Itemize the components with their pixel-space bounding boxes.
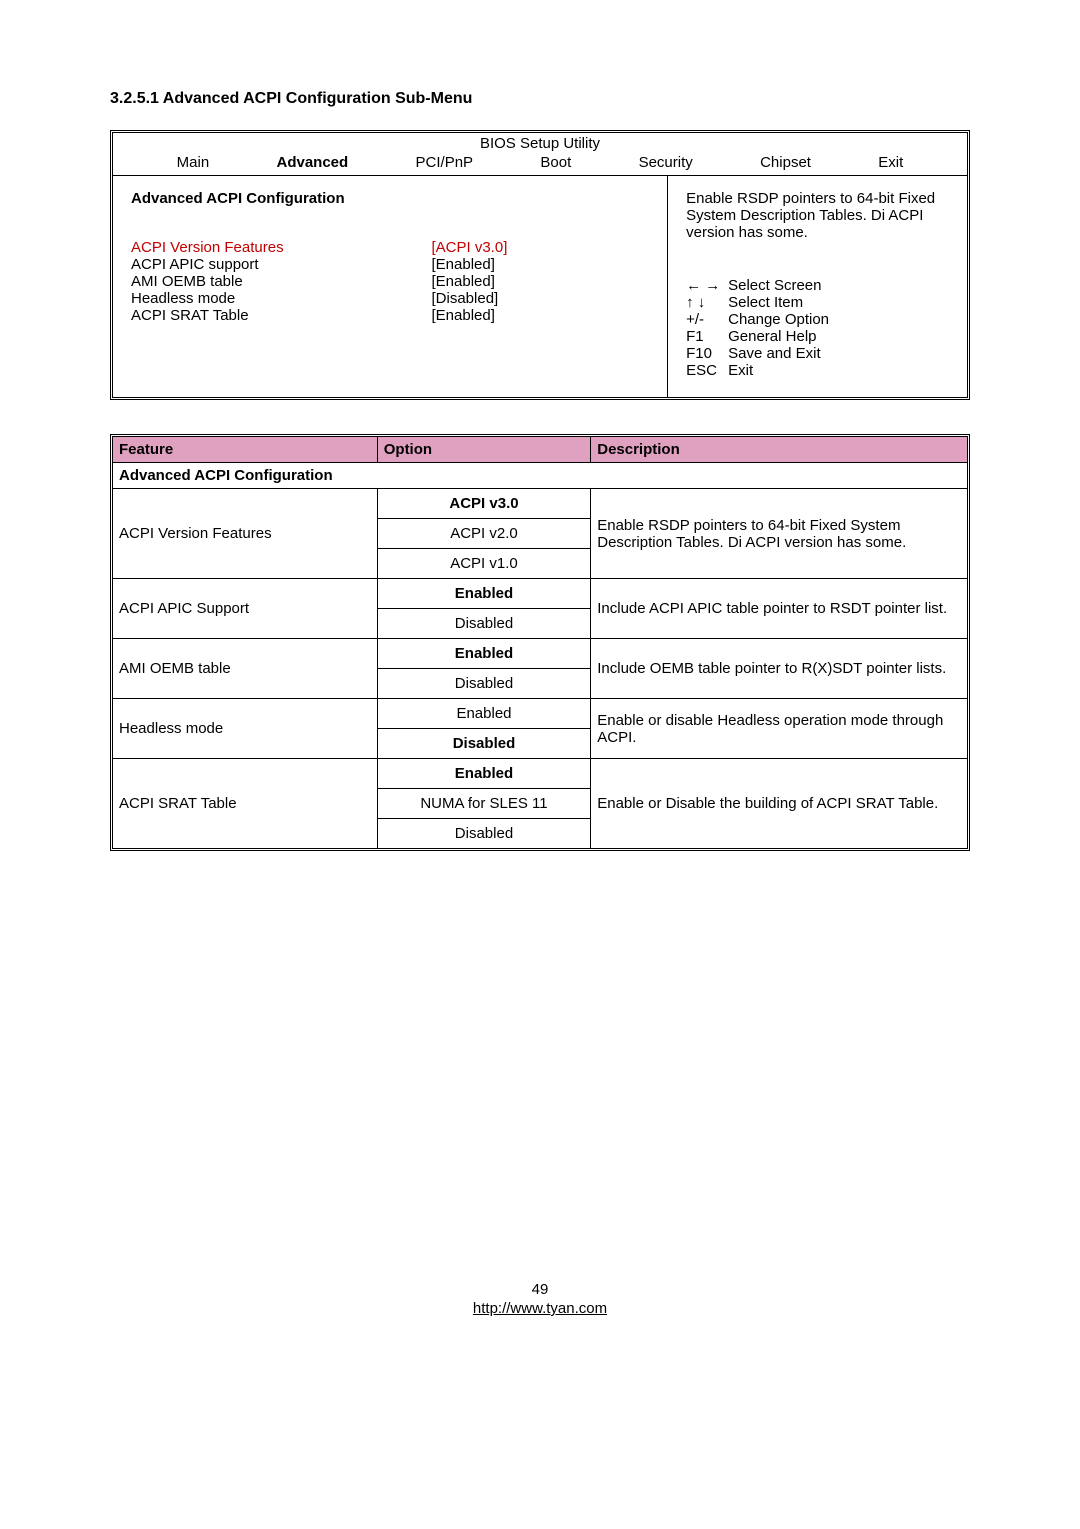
menu-tab-boot[interactable]: Boot [532,154,579,171]
menu-tab-pci-pnp[interactable]: PCI/PnP [408,154,482,171]
menu-tab-exit[interactable]: Exit [870,154,911,171]
key-row: +/-Change Option [686,311,949,328]
key-action: General Help [728,328,816,345]
footer-url: http://www.tyan.com [110,1300,970,1317]
options-cell: EnabledDisabled [378,699,592,758]
key-action: Select Screen [728,277,821,294]
setting-value[interactable]: [Disabled] [432,290,650,307]
settings-values: [ACPI v3.0][Enabled][Enabled][Disabled][… [432,239,650,324]
table-row: ACPI SRAT TableEnabledNUMA for SLES 11Di… [113,759,967,848]
setting-label[interactable]: ACPI Version Features [131,239,432,256]
option-value: Enabled [378,639,591,669]
options-cell: EnabledDisabled [378,579,592,638]
bios-left-panel: Advanced ACPI Configuration ACPI Version… [113,176,668,397]
feature-cell: Headless mode [113,699,378,758]
bios-subtitle: Advanced ACPI Configuration [131,190,649,207]
page-footer: 49 http://www.tyan.com [110,1281,970,1317]
setting-label[interactable]: AMI OEMB table [131,273,432,290]
setting-value[interactable]: [Enabled] [432,273,650,290]
key-symbol: ← → [686,277,728,294]
option-value: Enabled [378,759,591,789]
setting-label[interactable]: Headless mode [131,290,432,307]
table-body: ACPI Version FeaturesACPI v3.0ACPI v2.0A… [113,489,967,848]
key-symbol: ESC [686,362,728,379]
feature-cell: AMI OEMB table [113,639,378,698]
option-value: NUMA for SLES 11 [378,789,591,819]
feature-cell: ACPI APIC Support [113,579,378,638]
option-value: ACPI v1.0 [378,549,591,578]
option-value: ACPI v3.0 [378,489,591,519]
bios-menu: Main Advanced PCI/PnP Boot Security Chipset Ex… [113,154,967,176]
key-action: Select Item [728,294,803,311]
key-symbol: ↑ ↓ [686,294,728,311]
table-row: ACPI Version FeaturesACPI v3.0ACPI v2.0A… [113,489,967,579]
table-row: AMI OEMB tableEnabledDisabledInclude OEM… [113,639,967,699]
table-row: ACPI APIC SupportEnabledDisabledInclude … [113,579,967,639]
description-cell: Include OEMB table pointer to R(X)SDT po… [591,639,967,698]
key-legend: ← →Select Screen↑ ↓Select Item+/-Change … [686,277,949,379]
menu-tab-chipset[interactable]: Chipset [752,154,819,171]
setting-value[interactable]: [Enabled] [432,307,650,324]
options-cell: ACPI v3.0ACPI v2.0ACPI v1.0 [378,489,592,578]
menu-tab-advanced[interactable]: Advanced [269,154,357,171]
key-action: Save and Exit [728,345,821,362]
setting-value[interactable]: [ACPI v3.0] [432,239,650,256]
th-feature: Feature [113,437,378,462]
option-value: Disabled [378,819,591,848]
bios-right-panel: Enable RSDP pointers to 64-bit Fixed Sys… [668,176,967,397]
key-row: F1General Help [686,328,949,345]
setting-label[interactable]: ACPI APIC support [131,256,432,273]
description-cell: Enable or Disable the building of ACPI S… [591,759,967,848]
table-section: Advanced ACPI Configuration [113,462,967,489]
feature-table: Feature Option Description Advanced ACPI… [110,434,970,851]
key-action: Exit [728,362,753,379]
table-row: Headless modeEnabledDisabledEnable or di… [113,699,967,759]
th-option: Option [378,437,592,462]
key-row: ESCExit [686,362,949,379]
option-value: ACPI v2.0 [378,519,591,549]
feature-cell: ACPI SRAT Table [113,759,378,848]
options-cell: EnabledDisabled [378,639,592,698]
key-row: ← →Select Screen [686,277,949,294]
page-number: 49 [110,1281,970,1298]
options-cell: EnabledNUMA for SLES 11Disabled [378,759,592,848]
setting-label[interactable]: ACPI SRAT Table [131,307,432,324]
key-symbol: F10 [686,345,728,362]
description-cell: Include ACPI APIC table pointer to RSDT … [591,579,967,638]
settings-labels: ACPI Version FeaturesACPI APIC supportAM… [131,239,432,324]
key-row: F10Save and Exit [686,345,949,362]
th-description: Description [591,437,967,462]
option-value: Disabled [378,669,591,698]
option-value: Enabled [378,579,591,609]
key-symbol: F1 [686,328,728,345]
feature-cell: ACPI Version Features [113,489,378,578]
option-value: Disabled [378,729,591,758]
setting-value[interactable]: [Enabled] [432,256,650,273]
description-cell: Enable or disable Headless operation mod… [591,699,967,758]
key-symbol: +/- [686,311,728,328]
description-cell: Enable RSDP pointers to 64-bit Fixed Sys… [591,489,967,578]
menu-tab-main[interactable]: Main [169,154,218,171]
option-value: Disabled [378,609,591,638]
menu-tab-security[interactable]: Security [631,154,701,171]
key-action: Change Option [728,311,829,328]
bios-title: BIOS Setup Utility [113,133,967,154]
key-row: ↑ ↓Select Item [686,294,949,311]
bios-setup-box: BIOS Setup Utility Main Advanced PCI/PnP Bo… [110,130,970,400]
table-header-row: Feature Option Description [113,437,967,462]
help-text: Enable RSDP pointers to 64-bit Fixed Sys… [686,190,949,241]
section-heading: 3.2.5.1 Advanced ACPI Configuration Sub-… [110,90,970,108]
option-value: Enabled [378,699,591,729]
